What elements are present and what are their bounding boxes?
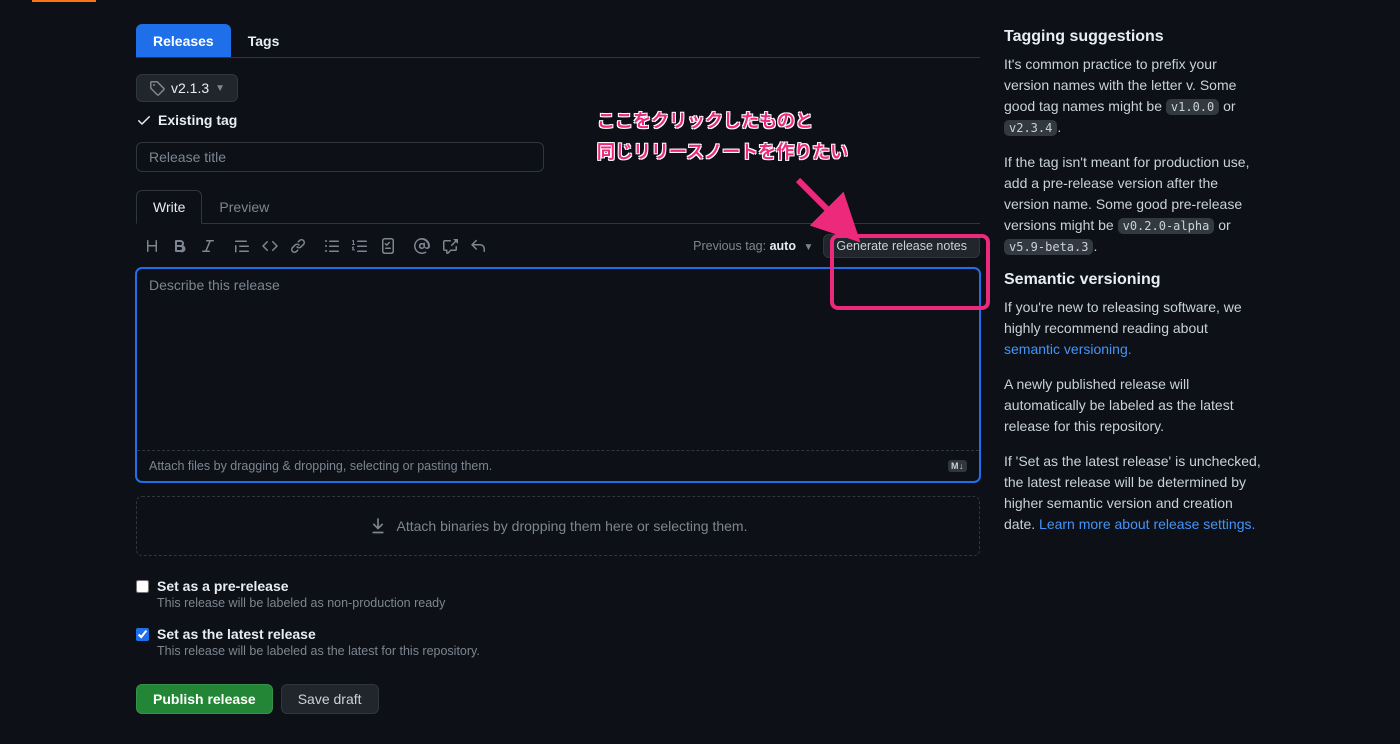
latest-release-label: Set as the latest release: [157, 626, 480, 642]
mention-icon[interactable]: [414, 238, 430, 254]
sidebar-p4: A newly published release will automatic…: [1004, 374, 1264, 437]
sidebar-heading-tagging: Tagging suggestions: [1004, 28, 1264, 46]
quote-icon[interactable]: [234, 238, 250, 254]
latest-release-sublabel: This release will be labeled as the late…: [157, 644, 480, 658]
editor-tabs: Write Preview: [136, 190, 980, 224]
link-icon[interactable]: [290, 238, 306, 254]
save-draft-button[interactable]: Save draft: [281, 684, 379, 714]
tag-selector-dropdown[interactable]: v2.1.3 ▼: [136, 74, 238, 102]
check-icon: [136, 112, 152, 128]
prerelease-checkbox[interactable]: [136, 580, 149, 593]
attach-binaries-text: Attach binaries by dropping them here or…: [397, 518, 748, 534]
ordered-list-icon[interactable]: [352, 238, 368, 254]
code-icon[interactable]: [262, 238, 278, 254]
caret-down-icon: ▼: [215, 83, 225, 94]
markdown-badge: M↓: [948, 460, 967, 472]
tab-releases[interactable]: Releases: [136, 24, 231, 57]
previous-tag-selector[interactable]: Previous tag: auto ▼: [693, 239, 813, 253]
sidebar-p1: It's common practice to prefix your vers…: [1004, 54, 1264, 138]
page-load-indicator: [32, 0, 96, 2]
reply-icon[interactable]: [470, 238, 486, 254]
tag-icon: [149, 80, 165, 96]
attach-files-bar[interactable]: Attach files by dragging & dropping, sel…: [137, 450, 979, 481]
caret-down-icon: ▼: [803, 242, 813, 253]
semver-link[interactable]: semantic versioning.: [1004, 341, 1132, 357]
unordered-list-icon[interactable]: [324, 238, 340, 254]
release-title-input[interactable]: [136, 142, 544, 172]
sidebar-p5: If 'Set as the latest release' is unchec…: [1004, 451, 1264, 535]
editor-tab-write[interactable]: Write: [136, 190, 202, 224]
sidebar-p3: If you're new to releasing software, we …: [1004, 297, 1264, 360]
tag-selector-value: v2.1.3: [171, 80, 209, 96]
cross-reference-icon[interactable]: [442, 238, 458, 254]
editor-tab-preview[interactable]: Preview: [202, 190, 286, 223]
existing-tag-indicator: Existing tag: [136, 112, 980, 128]
italic-icon[interactable]: [200, 238, 216, 254]
existing-tag-label: Existing tag: [158, 112, 237, 128]
nav-tabs: Releases Tags: [136, 24, 980, 58]
attach-files-text: Attach files by dragging & dropping, sel…: [149, 459, 492, 473]
task-list-icon[interactable]: [380, 238, 396, 254]
prerelease-label: Set as a pre-release: [157, 578, 445, 594]
sidebar-heading-semver: Semantic versioning: [1004, 271, 1264, 289]
tab-tags[interactable]: Tags: [231, 24, 297, 57]
latest-release-checkbox[interactable]: [136, 628, 149, 641]
bold-icon[interactable]: [172, 238, 188, 254]
attach-binaries-dropzone[interactable]: Attach binaries by dropping them here or…: [136, 496, 980, 556]
sidebar-p2: If the tag isn't meant for production us…: [1004, 152, 1264, 257]
publish-release-button[interactable]: Publish release: [136, 684, 273, 714]
generate-release-notes-button[interactable]: Generate release notes: [823, 234, 980, 258]
description-textarea[interactable]: [137, 269, 979, 447]
previous-tag-value: auto: [770, 239, 796, 253]
download-arrow-icon: [369, 517, 387, 535]
heading-icon[interactable]: [144, 238, 160, 254]
release-settings-link[interactable]: Learn more about release settings.: [1039, 516, 1255, 532]
sidebar: Tagging suggestions It's common practice…: [1004, 24, 1264, 714]
prerelease-sublabel: This release will be labeled as non-prod…: [157, 596, 445, 610]
description-editor: Attach files by dragging & dropping, sel…: [136, 268, 980, 482]
previous-tag-label: Previous tag:: [693, 239, 766, 253]
